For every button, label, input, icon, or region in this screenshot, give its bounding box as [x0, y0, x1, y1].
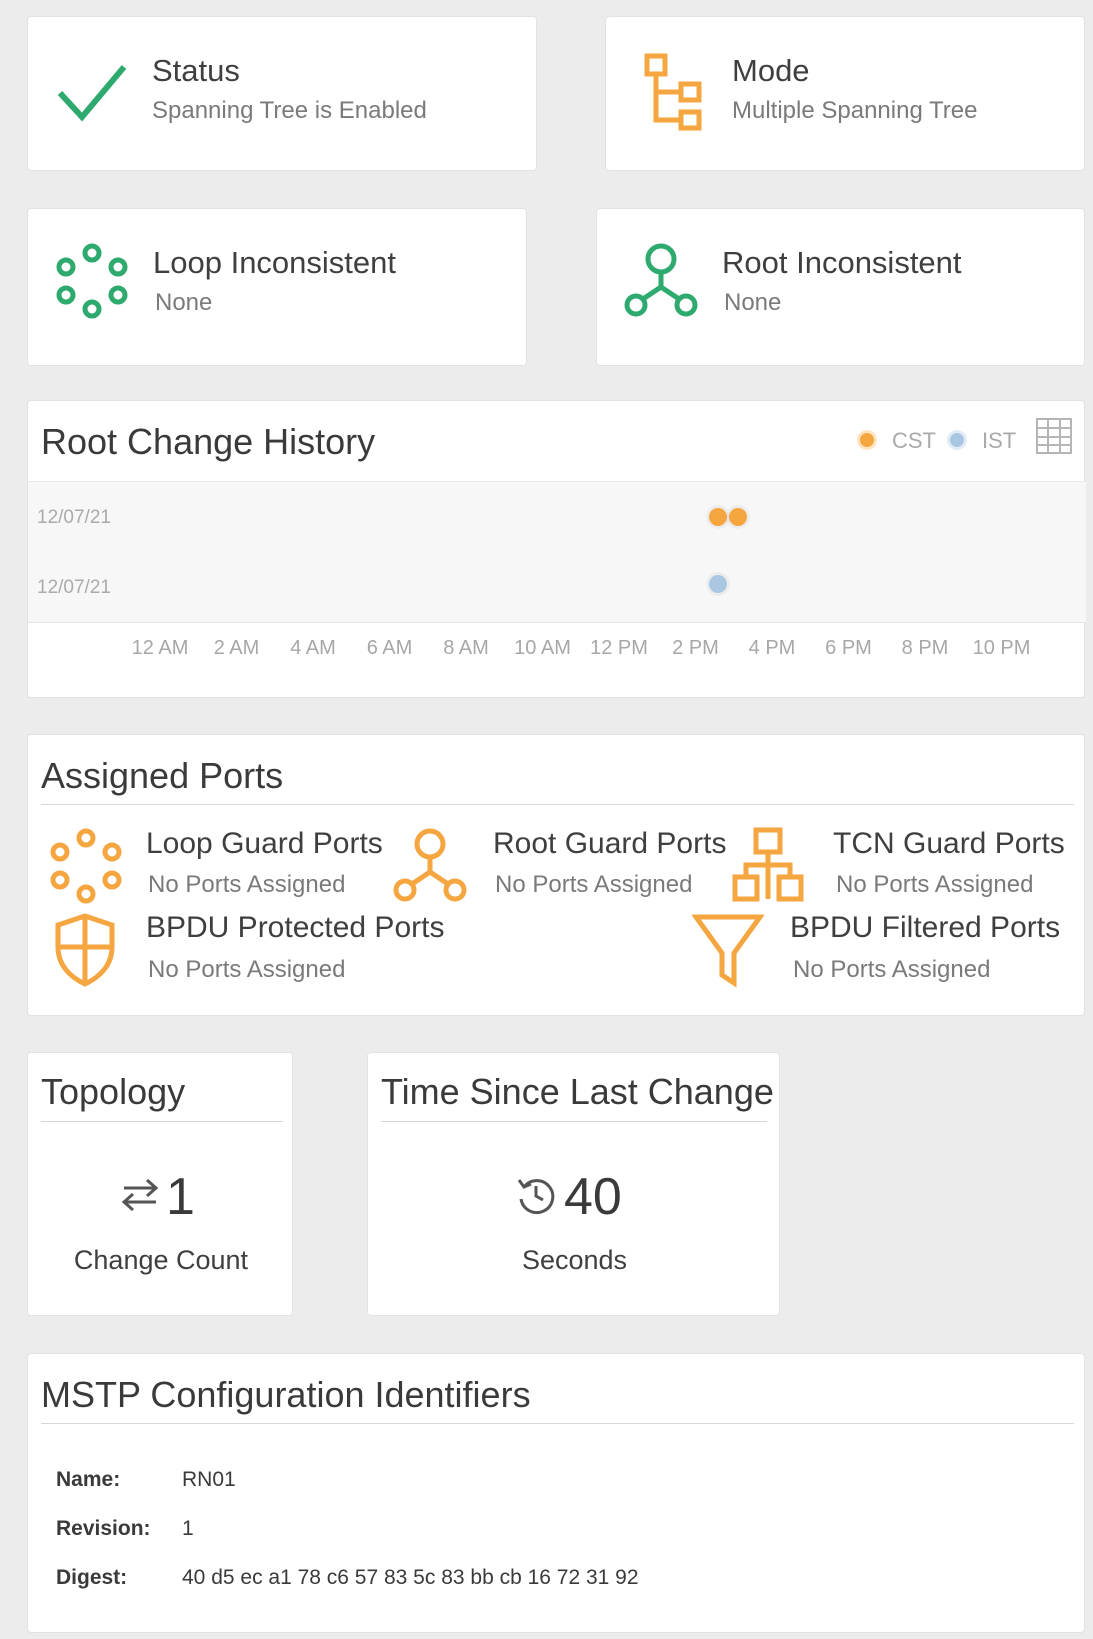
mode-card: Mode Multiple Spanning Tree: [605, 16, 1085, 171]
legend-cst-dot: [860, 433, 874, 447]
chart-x-tick-label: 12 PM: [590, 637, 648, 659]
mstp-name-key: Name:: [56, 1468, 121, 1491]
bpdu-filtered-ports-label: BPDU Filtered Ports: [790, 911, 1061, 944]
bpdu-protected-ports-value: No Ports Assigned: [148, 956, 346, 983]
loop-guard-ports-label: Loop Guard Ports: [146, 827, 383, 860]
bpdu-protected-ports-label: BPDU Protected Ports: [146, 911, 445, 944]
status-value: Spanning Tree is Enabled: [152, 97, 427, 124]
topology-title: Topology: [41, 1071, 186, 1112]
seconds-label: Seconds: [521, 1245, 628, 1275]
root-guard-ports-value: No Ports Assigned: [495, 871, 693, 898]
shield-icon: [55, 913, 115, 987]
tcn-guard-ports-value: No Ports Assigned: [836, 871, 1034, 898]
tcn-guard-ports-label: TCN Guard Ports: [833, 827, 1065, 860]
root-inconsistent-title: Root Inconsistent: [722, 245, 962, 280]
hierarchy-icon: [644, 53, 702, 131]
chart-x-tick-label: 2 PM: [672, 637, 719, 659]
assigned-ports-card: Assigned Ports Loop Guard Ports No Ports…: [27, 734, 1085, 1016]
chart-x-tick-label: 10 AM: [514, 637, 571, 659]
divider: [41, 1121, 283, 1122]
chart-x-tick-label: 8 PM: [901, 637, 949, 659]
mstp-config-title: MSTP Configuration Identifiers: [41, 1374, 531, 1415]
change-count-value: 1: [166, 1168, 195, 1226]
legend-cst-label[interactable]: CST: [892, 428, 936, 454]
mode-value: Multiple Spanning Tree: [732, 97, 978, 124]
chart-x-tick-label: 12 AM: [131, 637, 189, 659]
root-inconsistent-value: None: [724, 289, 782, 316]
swap-arrows-icon: [121, 1178, 159, 1212]
root-change-history-title: Root Change History: [41, 421, 376, 462]
root-tree-icon: [624, 243, 698, 317]
chart-x-tick-label: 4 AM: [290, 637, 336, 659]
mode-title: Mode: [732, 53, 810, 88]
chart-x-tick-label: 2 AM: [213, 637, 260, 659]
chart-point-cst[interactable]: [709, 508, 728, 526]
chart-point-cst[interactable]: [728, 508, 747, 526]
grid-table-icon[interactable]: [1035, 417, 1073, 455]
mstp-digest-key: Digest:: [56, 1566, 128, 1589]
chart-x-tick-label: 6 AM: [366, 637, 413, 659]
time-since-title: Time Since Last Change: [381, 1071, 774, 1112]
topology-card: Topology 1 Change Count: [27, 1052, 293, 1316]
loop-circles-icon: [56, 243, 128, 319]
assigned-ports-title: Assigned Ports: [41, 755, 284, 796]
loop-inconsistent-card: Loop Inconsistent None: [27, 208, 527, 366]
network-boxes-icon: [732, 827, 804, 902]
chart-plot-area: 12/07/21 12/07/21: [28, 481, 1086, 623]
mstp-revision-value: 1: [182, 1517, 194, 1540]
chart-x-tick-label: 4 PM: [748, 637, 796, 659]
root-inconsistent-card: Root Inconsistent None: [596, 208, 1085, 366]
mstp-name-value: RN01: [182, 1468, 236, 1491]
status-title: Status: [152, 53, 240, 88]
legend-ist-label[interactable]: IST: [982, 428, 1016, 454]
mstp-revision-key: Revision:: [56, 1517, 151, 1540]
history-clock-icon: [517, 1179, 555, 1215]
chart-x-tick-label: 8 AM: [443, 637, 489, 659]
chart-x-tick-label: 10 PM: [972, 637, 1031, 659]
chart-row-label: 12/07/21: [37, 507, 111, 528]
chart-x-tick-label: 6 PM: [825, 637, 872, 659]
chart-row-label: 12/07/21: [37, 577, 111, 598]
loop-guard-ports-value: No Ports Assigned: [148, 871, 346, 898]
divider: [41, 804, 1074, 805]
legend-ist-dot: [950, 433, 964, 447]
time-since-card: Time Since Last Change 40 Seconds: [367, 1052, 780, 1316]
loop-inconsistent-title: Loop Inconsistent: [153, 245, 397, 280]
change-count-label: Change Count: [73, 1245, 249, 1275]
seconds-value: 40: [564, 1168, 622, 1226]
loop-circles-icon: [50, 828, 122, 904]
status-card: Status Spanning Tree is Enabled: [27, 16, 537, 171]
check-icon: [57, 65, 127, 122]
mstp-digest-value: 40 d5 ec a1 78 c6 57 83 5c 83 bb cb 16 7…: [182, 1566, 639, 1589]
funnel-icon: [692, 914, 764, 988]
bpdu-filtered-ports-value: No Ports Assigned: [793, 956, 991, 983]
loop-inconsistent-value: None: [155, 289, 213, 316]
mstp-config-card: MSTP Configuration Identifiers Name: RN0…: [27, 1353, 1085, 1633]
divider: [41, 1423, 1074, 1424]
root-change-history-card: Root Change History CST IST 12/07/21 12/…: [27, 400, 1086, 698]
root-guard-ports-label: Root Guard Ports: [493, 827, 727, 860]
divider: [381, 1121, 767, 1122]
chart-point-ist[interactable]: [709, 575, 728, 593]
root-tree-icon: [393, 828, 467, 902]
